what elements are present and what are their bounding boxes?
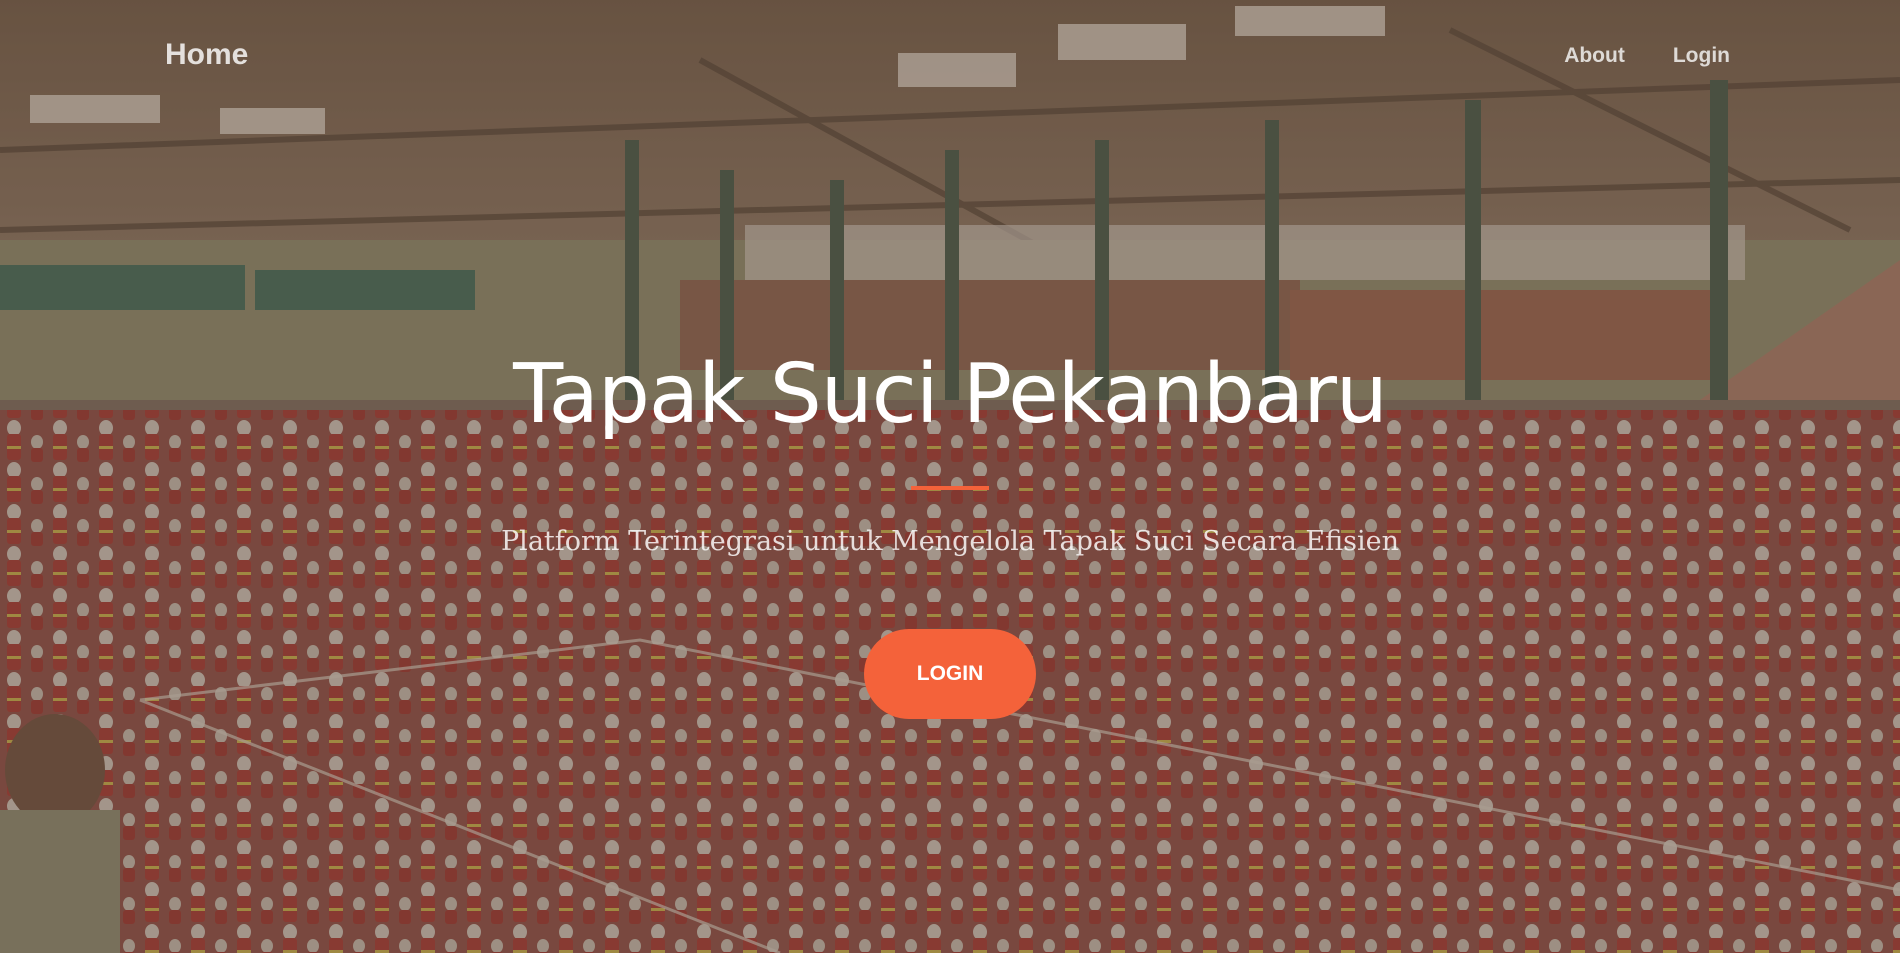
hero-title: Tapak Suci Pekanbaru (513, 347, 1388, 442)
nav-login-link[interactable]: Login (1673, 44, 1730, 68)
title-divider (911, 486, 989, 490)
top-navbar: Home About Login (0, 0, 1900, 115)
hero-section: Home About Login Tapak Suci Pekanbaru Pl… (0, 0, 1900, 953)
hero-content: Tapak Suci Pekanbaru Platform Terintegra… (0, 340, 1900, 719)
nav-about-link[interactable]: About (1564, 44, 1625, 68)
hero-subtitle: Platform Terintegrasi untuk Mengelola Ta… (501, 526, 1399, 557)
login-button[interactable]: LOGIN (864, 629, 1036, 719)
home-link[interactable]: Home (165, 38, 248, 72)
nav-links: About Login (1564, 44, 1730, 68)
